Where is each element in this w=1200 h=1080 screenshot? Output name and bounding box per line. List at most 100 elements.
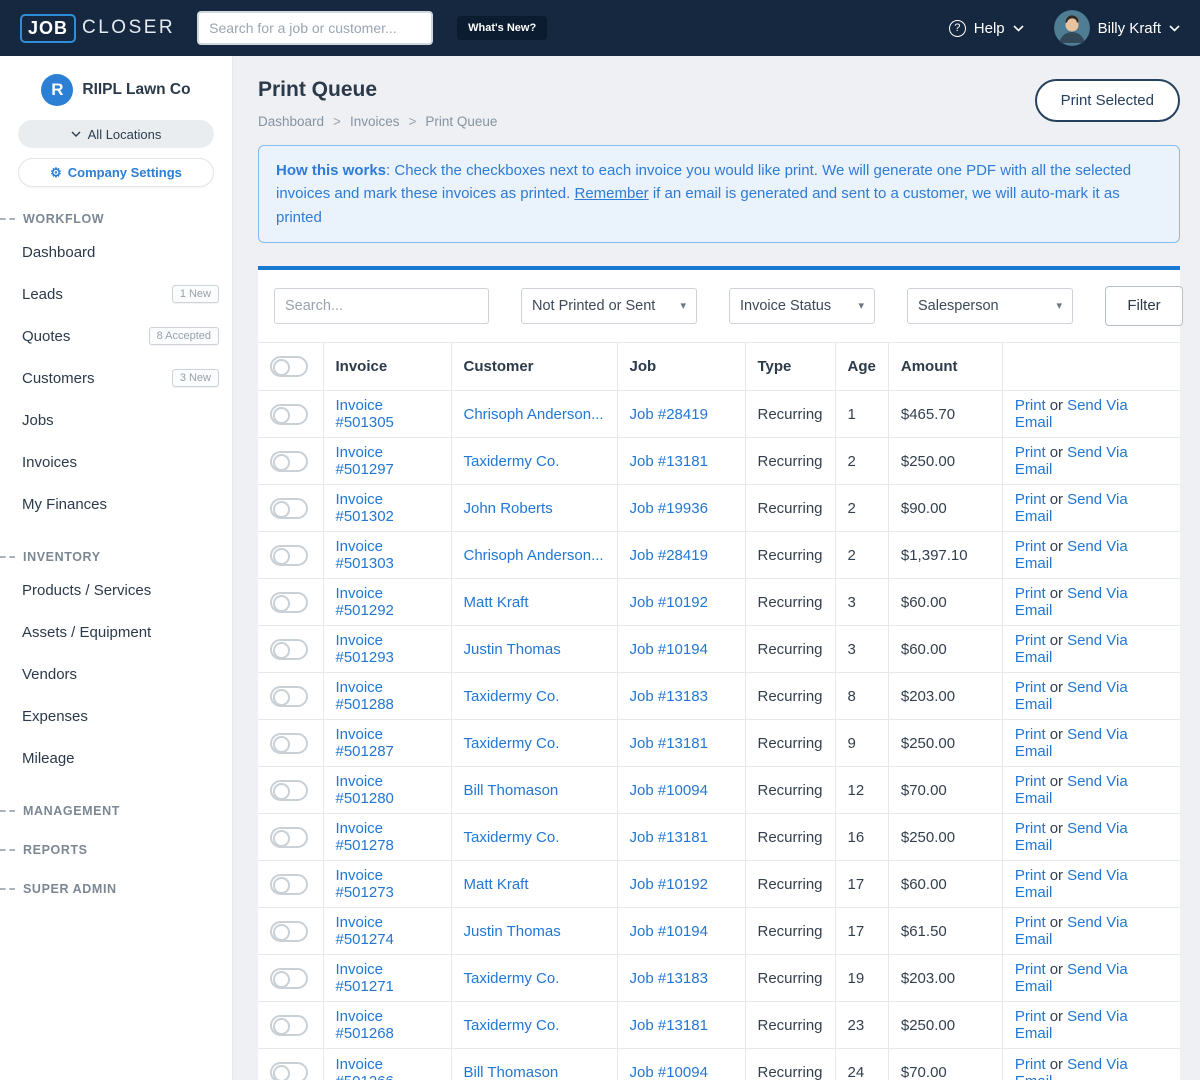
row-toggle[interactable] xyxy=(270,591,308,613)
sidebar-item-assets-equipment[interactable]: Assets / Equipment xyxy=(0,611,232,653)
customer-link[interactable]: Chrisoph Anderson... xyxy=(464,547,604,564)
sidebar-item-expenses[interactable]: Expenses xyxy=(0,695,232,737)
select-all-toggle[interactable] xyxy=(270,356,308,377)
jobcloser-logo[interactable]: JOB CLOSER xyxy=(20,13,175,43)
salesperson-dropdown[interactable]: Salesperson ▾ xyxy=(907,287,1073,324)
job-link[interactable]: Job #19936 xyxy=(630,500,708,517)
invoice-link[interactable]: Invoice #501293 xyxy=(336,632,394,666)
sidebar-item-customers[interactable]: Customers 3 New xyxy=(0,357,232,399)
invoice-link[interactable]: Invoice #501273 xyxy=(336,867,394,901)
customer-link[interactable]: Bill Thomason xyxy=(464,782,559,799)
invoice-link[interactable]: Invoice #501292 xyxy=(336,585,394,619)
print-link[interactable]: Print xyxy=(1015,491,1046,508)
print-link[interactable]: Print xyxy=(1015,585,1046,602)
sidebar-item-mileage[interactable]: Mileage xyxy=(0,737,232,779)
print-link[interactable]: Print xyxy=(1015,632,1046,649)
job-link[interactable]: Job #10094 xyxy=(630,782,708,799)
invoice-link[interactable]: Invoice #501303 xyxy=(336,538,394,572)
breadcrumb-item-dashboard[interactable]: Dashboard xyxy=(258,114,324,129)
sidebar-item-leads[interactable]: Leads 1 New xyxy=(0,273,232,315)
company-header[interactable]: R RIIPL Lawn Co xyxy=(0,74,232,106)
print-selected-button[interactable]: Print Selected xyxy=(1034,79,1180,122)
job-link[interactable]: Job #28419 xyxy=(630,406,708,423)
job-link[interactable]: Job #13181 xyxy=(630,453,708,470)
invoice-link[interactable]: Invoice #501274 xyxy=(336,914,394,948)
invoice-link[interactable]: Invoice #501287 xyxy=(336,726,394,760)
print-link[interactable]: Print xyxy=(1015,961,1046,978)
row-toggle[interactable] xyxy=(270,967,308,989)
job-link[interactable]: Job #10192 xyxy=(630,594,708,611)
print-link[interactable]: Print xyxy=(1015,397,1046,414)
filter-button[interactable]: Filter xyxy=(1105,285,1183,326)
job-link[interactable]: Job #13183 xyxy=(630,688,708,705)
whats-new-button[interactable]: What's New? xyxy=(457,16,548,40)
row-toggle[interactable] xyxy=(270,779,308,801)
table-search-input[interactable] xyxy=(274,287,489,324)
invoice-link[interactable]: Invoice #501297 xyxy=(336,444,394,478)
sidebar-item-invoices[interactable]: Invoices xyxy=(0,441,232,483)
invoice-link[interactable]: Invoice #501305 xyxy=(336,397,394,431)
customer-link[interactable]: Justin Thomas xyxy=(464,923,561,940)
customer-link[interactable]: Chrisoph Anderson... xyxy=(464,406,604,423)
row-toggle[interactable] xyxy=(270,732,308,754)
job-link[interactable]: Job #13181 xyxy=(630,829,708,846)
row-toggle[interactable] xyxy=(270,638,308,660)
company-settings-button[interactable]: ⚙ Company Settings xyxy=(18,158,214,187)
sidebar-item-my-finances[interactable]: My Finances xyxy=(0,483,232,525)
customer-link[interactable]: Taxidermy Co. xyxy=(464,688,560,705)
print-link[interactable]: Print xyxy=(1015,538,1046,555)
row-toggle[interactable] xyxy=(270,873,308,895)
job-link[interactable]: Job #10094 xyxy=(630,1064,708,1080)
invoice-link[interactable]: Invoice #501302 xyxy=(336,491,394,525)
sidebar-item-jobs[interactable]: Jobs xyxy=(0,399,232,441)
customer-link[interactable]: Bill Thomason xyxy=(464,1064,559,1080)
sidebar-item-quotes[interactable]: Quotes 8 Accepted xyxy=(0,315,232,357)
job-link[interactable]: Job #10194 xyxy=(630,923,708,940)
user-menu[interactable]: Billy Kraft xyxy=(1053,10,1180,46)
row-toggle[interactable] xyxy=(270,403,308,425)
customer-link[interactable]: Taxidermy Co. xyxy=(464,735,560,752)
print-link[interactable]: Print xyxy=(1015,679,1046,696)
sidebar-item-dashboard[interactable]: Dashboard xyxy=(0,231,232,273)
invoice-link[interactable]: Invoice #501268 xyxy=(336,1008,394,1042)
print-link[interactable]: Print xyxy=(1015,444,1046,461)
customer-link[interactable]: Taxidermy Co. xyxy=(464,829,560,846)
job-link[interactable]: Job #13181 xyxy=(630,735,708,752)
breadcrumb-item-invoices[interactable]: Invoices xyxy=(350,114,400,129)
print-link[interactable]: Print xyxy=(1015,1008,1046,1025)
invoice-link[interactable]: Invoice #501288 xyxy=(336,679,394,713)
job-link[interactable]: Job #10192 xyxy=(630,876,708,893)
job-link[interactable]: Job #28419 xyxy=(630,547,708,564)
print-link[interactable]: Print xyxy=(1015,820,1046,837)
customer-link[interactable]: Taxidermy Co. xyxy=(464,970,560,987)
row-toggle[interactable] xyxy=(270,920,308,942)
customer-link[interactable]: John Roberts xyxy=(464,500,553,517)
invoice-status-dropdown[interactable]: Invoice Status ▾ xyxy=(729,287,875,324)
job-link[interactable]: Job #13183 xyxy=(630,970,708,987)
customer-link[interactable]: Matt Kraft xyxy=(464,876,529,893)
row-toggle[interactable] xyxy=(270,544,308,566)
global-search-input[interactable] xyxy=(197,11,434,45)
customer-link[interactable]: Taxidermy Co. xyxy=(464,1017,560,1034)
row-toggle[interactable] xyxy=(270,826,308,848)
invoice-link[interactable]: Invoice #501278 xyxy=(336,820,394,854)
job-link[interactable]: Job #10194 xyxy=(630,641,708,658)
invoice-link[interactable]: Invoice #501266 xyxy=(336,1056,394,1080)
all-locations-dropdown[interactable]: All Locations xyxy=(18,120,214,148)
invoice-link[interactable]: Invoice #501280 xyxy=(336,773,394,807)
row-toggle[interactable] xyxy=(270,1062,308,1080)
customer-link[interactable]: Taxidermy Co. xyxy=(464,453,560,470)
print-link[interactable]: Print xyxy=(1015,867,1046,884)
print-link[interactable]: Print xyxy=(1015,914,1046,931)
customer-link[interactable]: Matt Kraft xyxy=(464,594,529,611)
customer-link[interactable]: Justin Thomas xyxy=(464,641,561,658)
row-toggle[interactable] xyxy=(270,450,308,472)
print-link[interactable]: Print xyxy=(1015,726,1046,743)
printed-filter-dropdown[interactable]: Not Printed or Sent ▾ xyxy=(521,287,697,324)
row-toggle[interactable] xyxy=(270,497,308,519)
help-menu[interactable]: ? Help xyxy=(948,19,1024,37)
invoice-link[interactable]: Invoice #501271 xyxy=(336,961,394,995)
sidebar-item-vendors[interactable]: Vendors xyxy=(0,653,232,695)
row-toggle[interactable] xyxy=(270,1014,308,1036)
sidebar-item-products-services[interactable]: Products / Services xyxy=(0,569,232,611)
